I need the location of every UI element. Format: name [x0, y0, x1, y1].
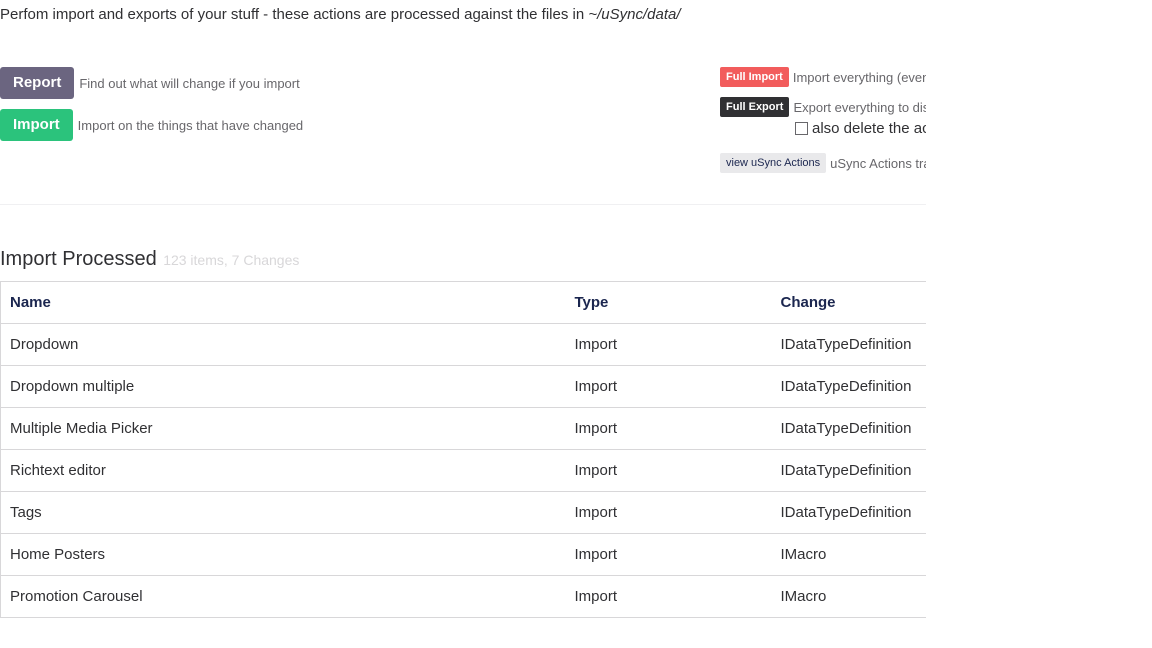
row-name: Richtext editor: [0, 449, 566, 492]
row-change: IMacro: [771, 575, 926, 618]
row-type: Import: [565, 323, 772, 366]
row-type: Import: [565, 575, 772, 618]
table-row: Richtext editor Import IDataTypeDefiniti…: [0, 449, 926, 492]
table-header-row: Name Type Change: [0, 281, 926, 324]
row-name: Dropdown multiple: [0, 365, 566, 408]
data-path: ~/uSync/data/: [588, 6, 681, 23]
full-export-action: Full Export Export everything to disl: [720, 97, 926, 117]
dashboard-content: Perfom import and exports of your stuff …: [0, 0, 926, 648]
full-import-button[interactable]: Full Import: [720, 67, 789, 87]
table-row: Multiple Media Picker Import IDataTypeDe…: [0, 407, 926, 450]
report-description: Find out what will change if you import: [79, 75, 300, 91]
column-header-type: Type: [565, 281, 772, 324]
usync-dashboard: Perfom import and exports of your stuff …: [0, 0, 1152, 648]
table-row: Tags Import IDataTypeDefinition: [0, 491, 926, 534]
intro-description: Perfom import and exports of your stuff …: [0, 6, 589, 23]
table-row: Home Posters Import IMacro: [0, 533, 926, 576]
delete-actions-label[interactable]: also delete the ac: [812, 120, 926, 137]
row-type: Import: [565, 533, 772, 576]
view-usync-actions-button[interactable]: view uSync Actions: [720, 153, 827, 173]
view-actions-description: uSync Actions tra: [830, 155, 926, 171]
report-action: Report Find out what will change if you …: [0, 67, 300, 99]
full-export-button[interactable]: Full Export: [720, 97, 790, 117]
import-description: Import on the things that have changed: [77, 117, 304, 133]
column-header-name: Name: [0, 281, 566, 324]
row-type: Import: [565, 365, 772, 408]
row-name: Home Posters: [0, 533, 566, 576]
delete-actions-option: also delete the ac: [795, 120, 926, 137]
results-table: Name Type Change Dropdown Import IDataTy…: [0, 281, 926, 618]
row-name: Tags: [0, 491, 566, 534]
import-button[interactable]: Import: [0, 109, 73, 141]
full-import-description: Import everything (even: [792, 69, 926, 85]
report-button[interactable]: Report: [0, 67, 75, 99]
row-name: Dropdown: [0, 323, 566, 366]
row-type: Import: [565, 449, 772, 492]
table-row: Dropdown Import IDataTypeDefinition: [0, 323, 926, 366]
row-change: IDataTypeDefinition: [771, 491, 926, 534]
row-change: IDataTypeDefinition: [771, 365, 926, 408]
results-summary: 123 items, 7 Changes: [163, 252, 300, 268]
intro-text: Perfom import and exports of your stuff …: [0, 6, 681, 23]
row-change: IDataTypeDefinition: [771, 323, 926, 366]
row-change: IDataTypeDefinition: [771, 407, 926, 450]
row-type: Import: [565, 407, 772, 450]
row-name: Promotion Carousel: [0, 575, 566, 618]
table-row: Promotion Carousel Import IMacro: [0, 575, 926, 618]
table-row: Dropdown multiple Import IDataTypeDefini…: [0, 365, 926, 408]
results-title: Import Processed: [0, 248, 157, 270]
row-type: Import: [565, 491, 772, 534]
section-divider: [0, 204, 926, 205]
delete-actions-checkbox[interactable]: [795, 122, 808, 135]
row-change: IDataTypeDefinition: [771, 449, 926, 492]
full-export-description: Export everything to disl: [793, 99, 926, 115]
column-header-change: Change: [771, 281, 926, 324]
full-import-action: Full Import Import everything (even: [720, 67, 926, 87]
row-name: Multiple Media Picker: [0, 407, 566, 450]
results-heading: Import Processed 123 items, 7 Changes: [0, 248, 299, 271]
row-change: IMacro: [771, 533, 926, 576]
import-action: Import Import on the things that have ch…: [0, 109, 303, 141]
view-actions-action: view uSync Actions uSync Actions tra: [720, 153, 926, 173]
